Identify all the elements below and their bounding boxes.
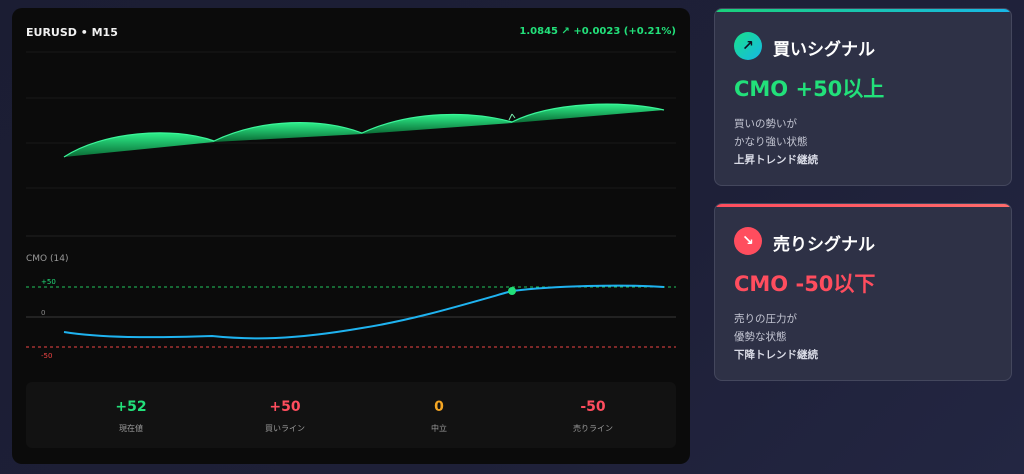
buy-signal-card: ↗ 買いシグナル CMO +50以上 買いの勢いが かなり強い状態 上昇トレンド… — [714, 8, 1012, 186]
stat-buy-line-value: +50 — [269, 399, 301, 415]
sell-signal-condition: CMO -50以下 — [734, 272, 876, 296]
trend-up-icon: ↗ — [734, 32, 762, 60]
trend-down-icon: ↘ — [734, 227, 762, 255]
sell-signal-title: 売りシグナル — [773, 235, 875, 255]
stats-bar: +52 現在値 +50 買いライン 0 中立 -50 売りライン — [26, 382, 676, 448]
cmo-line — [63, 284, 665, 340]
stat-current: +52 現在値 — [56, 382, 206, 448]
buy-signal-description: 買いの勢いが かなり強い状態 上昇トレンド継続 — [734, 115, 818, 169]
cmo-signal-dot — [508, 287, 516, 295]
cmo-buy-level-label: +50 — [41, 278, 56, 286]
stat-sell-line-value: -50 — [580, 399, 606, 415]
price-cursor-mark — [508, 113, 516, 121]
stat-sell-line-label: 売りライン — [573, 424, 613, 433]
stat-current-label: 現在値 — [119, 424, 143, 433]
price-cmo-chart[interactable]: CMO (14) +50 0 -50 — [12, 8, 690, 382]
stat-neutral-label: 中立 — [431, 424, 447, 433]
sell-desc-line-2: 優勢な状態 — [734, 331, 787, 343]
chart-panel: EURUSD • M15 1.0845 ↗ +0.0023 (+0.21%) C… — [12, 8, 690, 464]
buy-signal-condition: CMO +50以上 — [734, 77, 885, 101]
price-series — [63, 103, 665, 158]
buy-desc-line-2: かなり強い状態 — [734, 136, 808, 148]
buy-signal-title: 買いシグナル — [773, 40, 875, 60]
cmo-sell-level-label: -50 — [41, 352, 52, 360]
sell-signal-description: 売りの圧力が 優勢な状態 下降トレンド継続 — [734, 310, 818, 364]
stat-current-value: +52 — [115, 399, 147, 415]
buy-desc-line-1: 買いの勢いが — [734, 118, 797, 130]
buy-desc-line-3: 上昇トレンド継続 — [734, 154, 818, 166]
stat-neutral-value: 0 — [434, 399, 444, 415]
stat-buy-line-label: 買いライン — [265, 424, 305, 433]
stat-neutral: 0 中立 — [364, 382, 514, 448]
cmo-indicator-label: CMO (14) — [26, 254, 68, 264]
sell-desc-line-1: 売りの圧力が — [734, 313, 797, 325]
sell-signal-card: ↘ 売りシグナル CMO -50以下 売りの圧力が 優勢な状態 下降トレンド継続 — [714, 203, 1012, 381]
sell-desc-line-3: 下降トレンド継続 — [734, 349, 818, 361]
stat-buy-line: +50 買いライン — [210, 382, 360, 448]
stat-sell-line: -50 売りライン — [518, 382, 668, 448]
cmo-zero-label: 0 — [41, 309, 45, 317]
